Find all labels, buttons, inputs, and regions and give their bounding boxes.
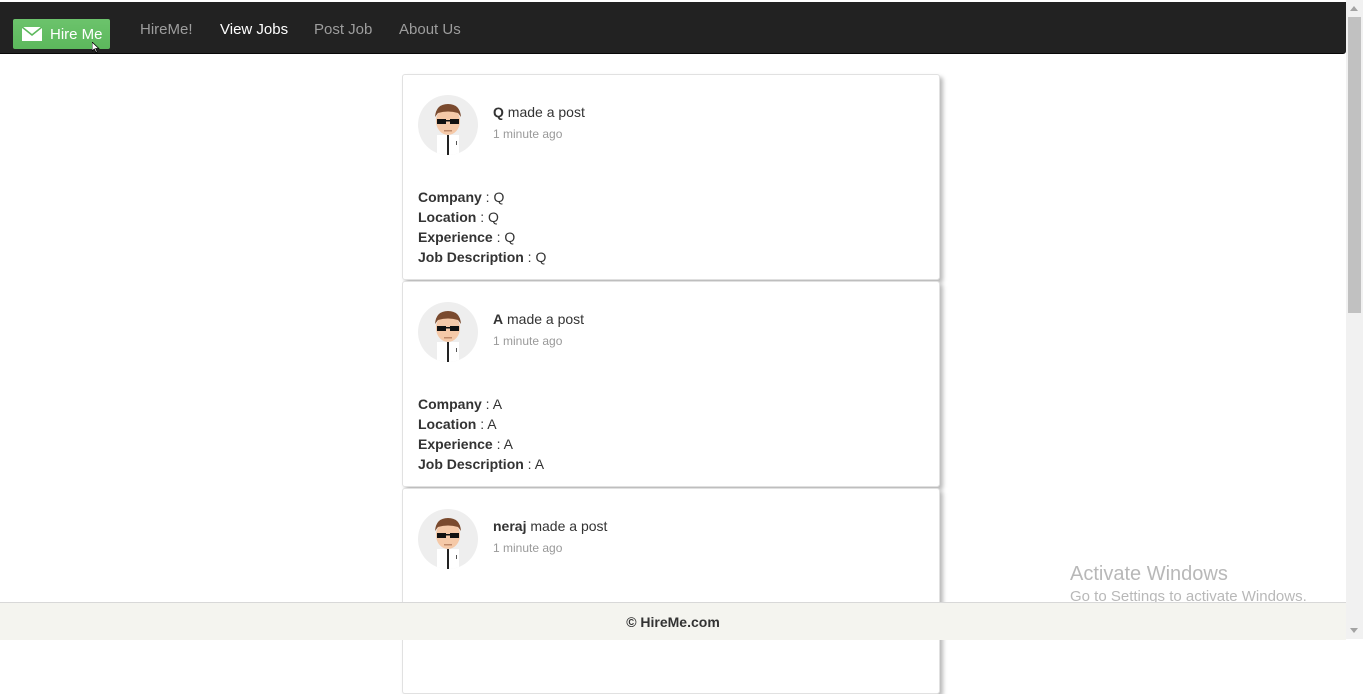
job-description-row: Job Description : Q [418, 249, 547, 265]
post-author: A [493, 311, 504, 327]
avatar-man-sunglasses-icon [435, 311, 461, 362]
post-header: Q made a post [493, 104, 585, 120]
field-value: A [492, 396, 503, 412]
field-value: Q [535, 249, 547, 265]
experience-row: Experience : Q [418, 229, 516, 245]
post-timestamp: 1 minute ago [493, 541, 563, 555]
job-post-card: neraj made a post 1 minute ago [402, 488, 940, 694]
post-timestamp: 1 minute ago [493, 127, 563, 141]
nav-link-view-jobs[interactable]: View Jobs [220, 21, 288, 38]
job-post-card: Q made a post 1 minute ago Company : Q L… [402, 74, 940, 280]
field-label: Company [418, 189, 482, 205]
field-label: Job Description [418, 249, 524, 265]
nav-link-hireme[interactable]: HireMe! [140, 21, 193, 38]
post-action: made a post [507, 104, 585, 120]
company-row: Company : A [418, 396, 503, 412]
field-label: Company [418, 396, 482, 412]
post-header: A made a post [493, 311, 584, 327]
avatar-man-sunglasses-icon [435, 518, 461, 569]
field-value: Q [504, 229, 516, 245]
footer-copyright: © HireMe.com [626, 613, 720, 630]
vertical-scrollbar[interactable] [1346, 0, 1363, 639]
field-label: Location [418, 416, 477, 432]
post-author: neraj [493, 518, 527, 534]
job-details: Company : A Location : A Experience : A … [418, 394, 544, 474]
field-value: A [534, 456, 545, 472]
brand-label: Hire Me [50, 25, 103, 43]
scroll-up-arrow-icon[interactable] [1350, 6, 1358, 11]
post-header: neraj made a post [493, 518, 607, 534]
mouse-cursor-icon [92, 42, 100, 53]
top-navbar: Hire Me HireMe! View Jobs Post Job About… [0, 2, 1346, 54]
page-footer: © HireMe.com [0, 602, 1346, 640]
post-action: made a post [507, 311, 585, 327]
field-value: Q [493, 189, 505, 205]
scroll-down-arrow-icon[interactable] [1350, 628, 1358, 633]
field-value: A [487, 416, 497, 432]
location-row: Location : A [418, 416, 497, 432]
activate-windows-title: Activate Windows [1070, 563, 1228, 585]
avatar-man-sunglasses-icon [435, 104, 461, 155]
nav-link-post-job[interactable]: Post Job [314, 21, 372, 38]
field-label: Experience [418, 229, 493, 245]
experience-row: Experience : A [418, 436, 513, 452]
nav-link-about-us[interactable]: About Us [399, 21, 461, 38]
user-avatar [418, 302, 478, 362]
field-label: Location [418, 209, 477, 225]
user-avatar [418, 509, 478, 569]
field-value: A [503, 436, 513, 452]
user-avatar [418, 95, 478, 155]
field-label: Experience [418, 436, 493, 452]
job-post-card: A made a post 1 minute ago Company : A L… [402, 281, 940, 487]
scrollbar-thumb[interactable] [1348, 17, 1361, 313]
post-action: made a post [530, 518, 608, 534]
job-description-row: Job Description : A [418, 456, 545, 472]
location-row: Location : Q [418, 209, 499, 225]
post-timestamp: 1 minute ago [493, 334, 563, 348]
field-value: Q [488, 209, 499, 225]
field-label: Job Description [418, 456, 524, 472]
mail-icon [22, 27, 42, 41]
job-details: Company : Q Location : Q Experience : Q … [418, 187, 546, 267]
post-author: Q [493, 104, 504, 120]
company-row: Company : Q [418, 189, 505, 205]
